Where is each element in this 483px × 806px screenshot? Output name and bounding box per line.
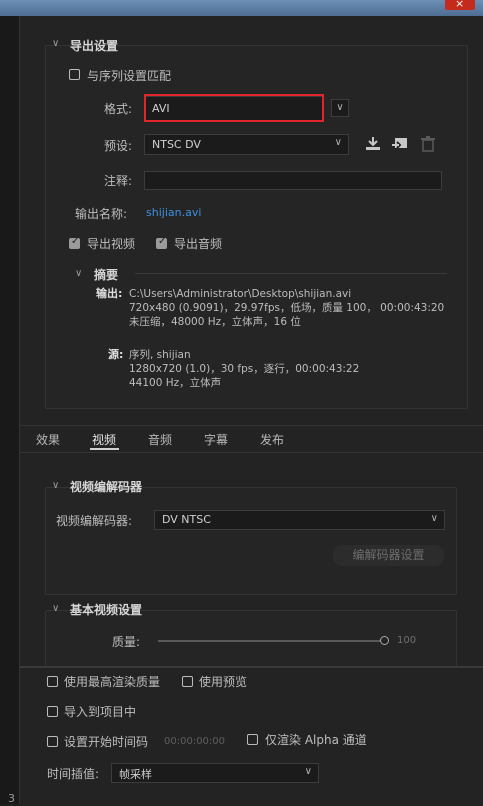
- output-name-label: 输出名称:: [75, 207, 128, 221]
- format-dropdown-arrow[interactable]: ∨: [331, 99, 349, 117]
- render-alpha-only-label: 仅渲染 Alpha 通道: [265, 733, 367, 747]
- quality-value: 100: [397, 635, 417, 646]
- chevron-down-icon: ∨: [334, 137, 342, 148]
- format-label: 格式:: [104, 102, 133, 116]
- use-previews-label: 使用预览: [199, 675, 248, 689]
- chevron-down-icon: ∨: [336, 102, 344, 113]
- set-start-timecode-checkbox[interactable]: [47, 736, 58, 747]
- tab-video[interactable]: 视频: [92, 431, 116, 448]
- format-highlight-box: [144, 94, 324, 122]
- import-into-project-checkbox[interactable]: [47, 706, 58, 717]
- left-panel-edge: 3: [0, 16, 20, 805]
- export-video-label: 导出视频: [87, 237, 136, 251]
- summary-output-label: 输出:: [96, 287, 123, 300]
- tab-video-underline: [90, 448, 119, 450]
- chevron-down-icon: ∨: [430, 513, 438, 524]
- summary-source-label: 源:: [108, 348, 124, 361]
- left-edge-glyph: 3: [8, 792, 15, 805]
- quality-slider-track[interactable]: [158, 640, 384, 642]
- time-interpolation-value: 帧采样: [119, 768, 152, 781]
- chevron-down-icon: ∨: [304, 766, 312, 777]
- summary-output-line2: 720x480 (0.9091)，29.97fps，低场，质量 100， 00:…: [129, 302, 445, 314]
- basic-video-title: 基本视频设置: [70, 603, 143, 617]
- summary-chevron-icon[interactable]: ∨: [75, 268, 82, 279]
- time-interpolation-dropdown[interactable]: 帧采样 ∨: [111, 763, 319, 783]
- video-codec-title: 视频编解码器: [70, 480, 143, 494]
- import-into-project-label: 导入到项目中: [64, 705, 137, 719]
- export-audio-label: 导出音频: [174, 237, 223, 251]
- output-name-link[interactable]: shijian.avi: [146, 206, 201, 219]
- codec-settings-button[interactable]: 编解码器设置: [333, 545, 444, 566]
- basic-video-chevron-icon[interactable]: ∨: [52, 603, 59, 614]
- download-preset-icon[interactable]: [364, 136, 382, 152]
- close-icon: ×: [455, 0, 465, 10]
- chevron-down-icon[interactable]: ∨: [52, 38, 59, 49]
- quality-label: 质量:: [112, 635, 141, 649]
- summary-title: 摘要: [94, 268, 119, 282]
- summary-output-path: C:\Users\Administrator\Desktop\shijian.a…: [129, 288, 352, 300]
- import-preset-icon[interactable]: [391, 136, 409, 152]
- preset-label: 预设:: [104, 139, 133, 153]
- window-title-bar: [0, 0, 483, 16]
- comment-input[interactable]: [144, 171, 442, 190]
- match-sequence-checkbox[interactable]: [69, 69, 80, 80]
- tab-captions[interactable]: 字幕: [204, 431, 228, 448]
- summary-source-line1: 序列, shijian: [129, 349, 191, 361]
- export-video-checkbox[interactable]: [69, 236, 80, 249]
- video-codec-box: [45, 487, 457, 595]
- tab-audio[interactable]: 音频: [148, 431, 172, 448]
- tab-publish[interactable]: 发布: [260, 431, 284, 448]
- preset-value: NTSC DV: [152, 138, 201, 151]
- video-codec-label: 视频编解码器:: [56, 514, 133, 528]
- export-settings-title: 导出设置: [70, 39, 119, 53]
- summary-divider: [135, 273, 447, 274]
- summary-output-line3: 未压缩，48000 Hz，立体声，16 位: [129, 316, 301, 328]
- preset-dropdown[interactable]: NTSC DV ∨: [144, 134, 349, 155]
- close-button[interactable]: ×: [445, 0, 475, 10]
- match-sequence-label: 与序列设置匹配: [87, 69, 172, 83]
- max-render-quality-label: 使用最高渲染质量: [64, 675, 161, 689]
- comment-label: 注释:: [104, 174, 133, 188]
- video-codec-chevron-icon[interactable]: ∨: [52, 480, 59, 491]
- start-timecode-value[interactable]: 00:00:00:00: [164, 735, 225, 749]
- export-audio-checkbox[interactable]: [156, 236, 167, 249]
- render-alpha-only-checkbox[interactable]: [247, 734, 258, 745]
- use-previews-checkbox[interactable]: [182, 676, 193, 687]
- video-codec-dropdown[interactable]: DV NTSC ∨: [154, 510, 445, 530]
- summary-source-line2: 1280x720 (1.0)，30 fps，逐行，00:00:43:22: [129, 363, 360, 375]
- set-start-timecode-label: 设置开始时间码: [64, 735, 149, 749]
- summary-source-line3: 44100 Hz，立体声: [129, 377, 222, 389]
- tab-effects[interactable]: 效果: [36, 431, 60, 448]
- delete-preset-icon[interactable]: [420, 136, 436, 152]
- video-codec-value: DV NTSC: [162, 513, 211, 526]
- time-interpolation-label: 时间插值:: [47, 767, 100, 781]
- max-render-quality-checkbox[interactable]: [47, 676, 58, 687]
- quality-slider-knob[interactable]: [380, 636, 389, 645]
